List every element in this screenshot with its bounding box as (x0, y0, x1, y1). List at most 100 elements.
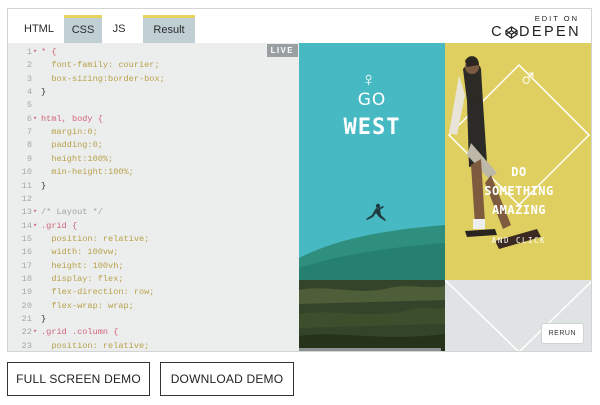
code-token: } (41, 180, 47, 191)
heading-line: SOMETHING (484, 184, 554, 198)
line-number: 22 (21, 327, 32, 338)
code-token: * { (41, 47, 57, 57)
result-horizontal-scrollbar[interactable] (299, 348, 441, 351)
code-token: box-sizing:border-box; (41, 73, 165, 84)
line-number: 17 (21, 260, 32, 271)
code-line: 4} (8, 86, 299, 99)
line-number: 14 (21, 220, 32, 231)
code-token: .grid { (41, 220, 78, 231)
code-text: html, body { (41, 113, 103, 126)
code-token: padding:0; (41, 140, 103, 151)
logo-text-right: DEPEN (519, 24, 581, 40)
tab-bar: HTML CSS JS Result EDIT ON C DEPEN (8, 9, 591, 43)
code-token: position: relative; (41, 233, 150, 244)
code-text: font-family: courier; (41, 59, 159, 72)
fold-arrow-icon[interactable]: ▾ (33, 113, 37, 126)
code-token: html, body { (41, 113, 103, 124)
female-symbol: ♀ (361, 69, 376, 91)
code-line: 6 ▾ html, body { (8, 113, 299, 126)
green-hills-panel (299, 280, 445, 351)
code-line: 15 position: relative; (8, 233, 299, 246)
code-text: min-height:100%; (41, 166, 134, 179)
fold-arrow-icon[interactable]: ▾ (33, 220, 37, 233)
line-number: 2 (26, 60, 32, 71)
fold-arrow-icon[interactable]: ▾ (33, 326, 37, 339)
jumping-person-silhouette (366, 203, 386, 221)
code-line: 1 ▾ * { (8, 46, 299, 59)
line-number: 13 (21, 207, 32, 218)
line-number: 1 (26, 47, 32, 57)
line-number: 16 (21, 247, 32, 258)
code-text: * { (41, 46, 56, 59)
code-text: flex-wrap: wrap; (41, 300, 134, 313)
code-token: flex-direction: row; (41, 287, 155, 298)
code-text: height: 100vh; (41, 260, 124, 273)
tab-css[interactable]: CSS (64, 15, 102, 43)
line-number: 19 (21, 287, 32, 298)
line-number: 15 (21, 233, 32, 244)
code-token: .grid .column { (41, 327, 119, 338)
code-token: } (41, 314, 47, 324)
code-line: 10 min-height:100%; (8, 166, 299, 179)
codepen-logo: C DEPEN (491, 24, 581, 40)
code-line: 22 ▾ .grid .column { (8, 326, 299, 339)
code-text: position: relative; (41, 340, 150, 351)
tab-js[interactable]: JS (102, 15, 136, 43)
logo-text-left: C (491, 24, 505, 40)
code-token: /* Layout */ (41, 207, 103, 218)
code-token: margin:0; (41, 127, 98, 138)
code-text: display: flex; (41, 273, 124, 286)
code-line: 18 display: flex; (8, 273, 299, 286)
code-token: height: 100vh; (41, 260, 124, 271)
edit-on-codepen-link[interactable]: EDIT ON C DEPEN (491, 14, 581, 40)
code-line: 11} (8, 180, 299, 193)
code-text: } (41, 180, 46, 193)
codepen-cube-icon (505, 25, 518, 39)
code-text: margin:0; (41, 126, 98, 139)
grey-panel: RERUN (445, 280, 591, 351)
line-number: 18 (21, 273, 32, 284)
line-number: 7 (26, 127, 32, 138)
code-line: 12 (8, 193, 299, 206)
heading-line: AMAZING (491, 203, 547, 217)
and-click-text: AND CLICK (491, 236, 547, 245)
fold-arrow-icon[interactable]: ▾ (33, 206, 37, 219)
line-number: 3 (26, 73, 32, 84)
code-line: 5 (8, 99, 299, 112)
code-line: 13 ▾ /* Layout */ (8, 206, 299, 219)
code-text: width: 100vw; (41, 246, 118, 259)
code-text: .grid .column { (41, 326, 118, 339)
go-text: GO (357, 90, 387, 110)
male-symbol: ♂ (518, 63, 538, 93)
code-editor[interactable]: LIVE 1 ▾ * {2 font-family: courier; 3 box-s… (8, 43, 299, 351)
code-text: /* Layout */ (41, 206, 103, 219)
tab-html[interactable]: HTML (14, 15, 64, 43)
line-number: 21 (21, 314, 32, 324)
code-token: position: relative; (41, 340, 150, 351)
code-text: flex-direction: row; (41, 286, 154, 299)
code-text: } (41, 86, 46, 99)
line-number: 9 (26, 153, 32, 164)
do-something-panel: ♂ DO SOMETHING AMAZING AND CLICK (445, 43, 591, 280)
code-text: .grid { (41, 220, 77, 233)
heading-line: DO (511, 165, 527, 179)
code-token: display: flex; (41, 273, 124, 284)
line-number: 8 (26, 140, 32, 151)
hills-graphic (299, 280, 445, 351)
tab-result[interactable]: Result (143, 15, 195, 43)
line-number: 12 (21, 193, 32, 204)
line-number: 23 (21, 340, 32, 351)
do-something-amazing-heading: DO SOMETHING AMAZING (445, 163, 591, 220)
code-line: 2 font-family: courier; (8, 59, 299, 72)
code-token: min-height:100%; (41, 167, 134, 178)
fold-arrow-icon[interactable]: ▾ (33, 46, 37, 59)
code-text: height:100%; (41, 153, 113, 166)
code-text: box-sizing:border-box; (41, 73, 165, 86)
download-demo-button[interactable]: DOWNLOAD DEMO (160, 362, 294, 396)
full-screen-demo-button[interactable]: FULL SCREEN DEMO (7, 362, 150, 396)
line-number: 5 (26, 100, 32, 111)
code-line: 19 flex-direction: row; (8, 286, 299, 299)
code-line: 20 flex-wrap: wrap; (8, 300, 299, 313)
code-line: 17 height: 100vh; (8, 260, 299, 273)
rerun-button[interactable]: RERUN (540, 323, 584, 344)
